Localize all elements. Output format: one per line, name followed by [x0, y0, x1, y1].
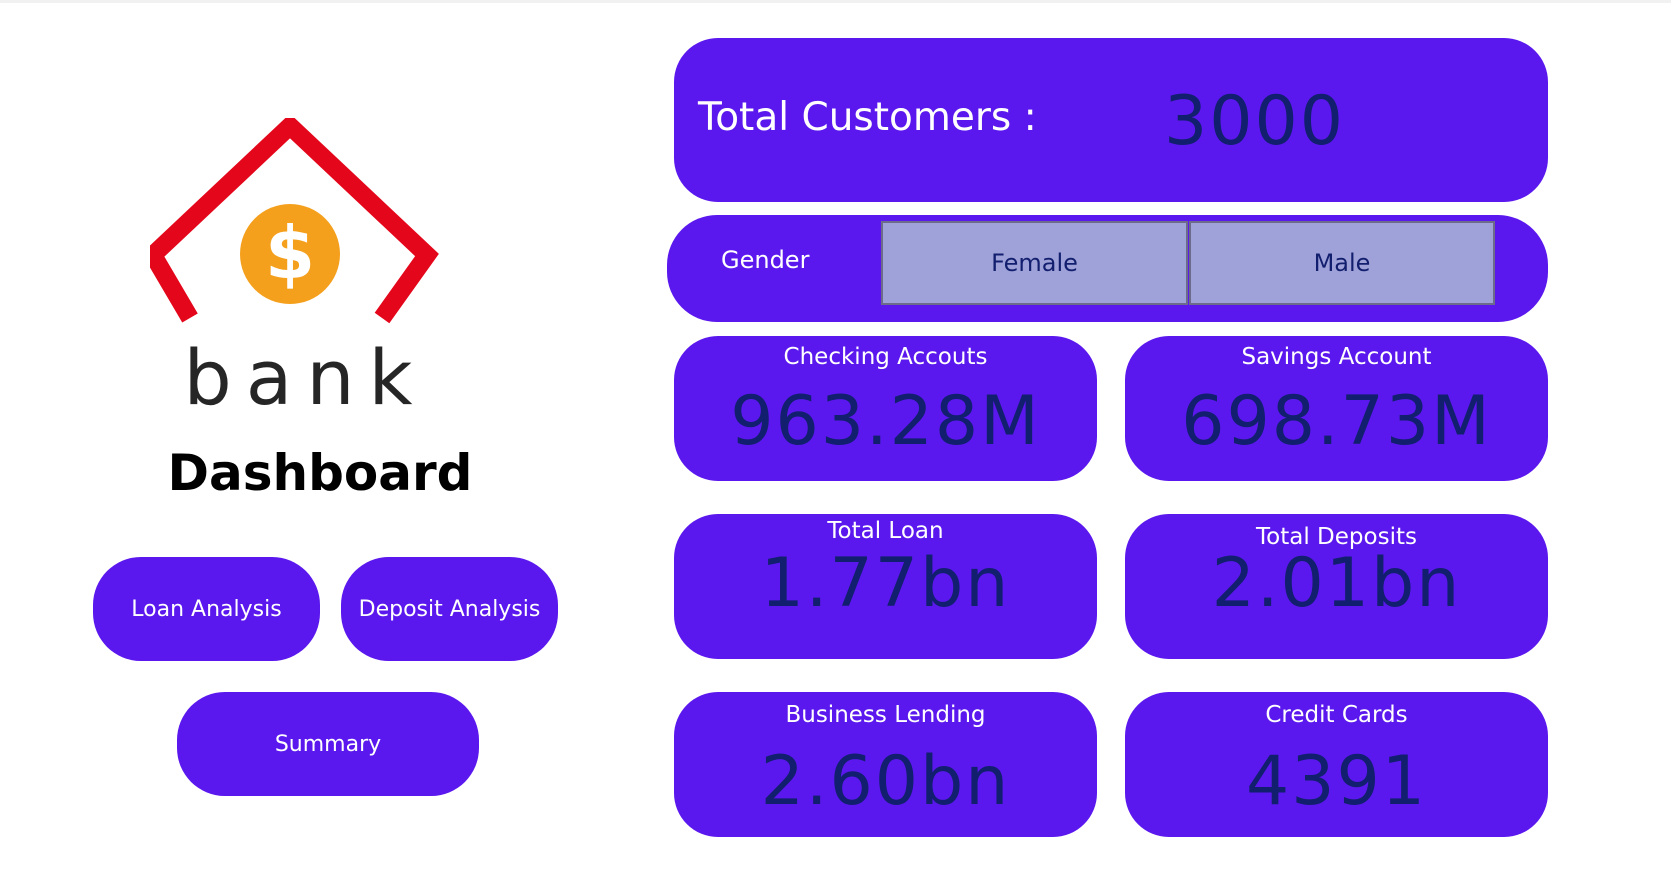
- total-customers-card: Total Customers : 3000: [674, 38, 1548, 202]
- checking-accounts-label: Checking Accouts: [783, 344, 988, 370]
- credit-cards-value: 4391: [1245, 742, 1428, 821]
- summary-button[interactable]: Summary: [177, 692, 479, 796]
- gender-label: Gender: [721, 246, 810, 274]
- savings-account-value: 698.73M: [1181, 382, 1492, 461]
- dashboard-title: Dashboard: [167, 444, 473, 502]
- business-lending-card: Business Lending 2.60bn: [674, 692, 1097, 837]
- loan-analysis-button[interactable]: Loan Analysis: [93, 557, 320, 661]
- gender-option-male[interactable]: Male: [1189, 221, 1495, 305]
- gender-option-label: Female: [991, 249, 1078, 277]
- total-deposits-card: Total Deposits 2.01bn: [1125, 514, 1548, 659]
- savings-account-card: Savings Account 698.73M: [1125, 336, 1548, 481]
- credit-cards-card: Credit Cards 4391: [1125, 692, 1548, 837]
- deposit-analysis-button[interactable]: Deposit Analysis: [341, 557, 558, 661]
- total-customers-value: 3000: [1164, 82, 1346, 161]
- checking-accounts-value: 963.28M: [730, 382, 1041, 461]
- loan-analysis-label: Loan Analysis: [131, 596, 282, 622]
- savings-account-label: Savings Account: [1241, 344, 1432, 370]
- gender-option-female[interactable]: Female: [881, 221, 1188, 305]
- bank-roof-icon: $: [141, 113, 439, 324]
- gender-option-label: Male: [1313, 249, 1371, 277]
- gender-slicer: Gender Female Male: [667, 215, 1548, 322]
- dollar-icon: $: [265, 211, 315, 295]
- total-customers-label: Total Customers :: [698, 95, 1037, 140]
- total-loan-label: Total Loan: [827, 518, 944, 544]
- bank-logo: $ bank: [141, 113, 470, 428]
- business-lending-value: 2.60bn: [760, 742, 1011, 821]
- total-loan-value: 1.77bn: [760, 544, 1011, 623]
- total-deposits-value: 2.01bn: [1211, 544, 1462, 623]
- logo-text: bank: [183, 333, 427, 422]
- credit-cards-label: Credit Cards: [1265, 702, 1408, 728]
- deposit-analysis-label: Deposit Analysis: [358, 596, 541, 622]
- summary-label: Summary: [274, 731, 382, 757]
- checking-accounts-card: Checking Accouts 963.28M: [674, 336, 1097, 481]
- total-loan-card: Total Loan 1.77bn: [674, 514, 1097, 659]
- business-lending-label: Business Lending: [785, 702, 986, 728]
- top-divider: [0, 0, 1671, 3]
